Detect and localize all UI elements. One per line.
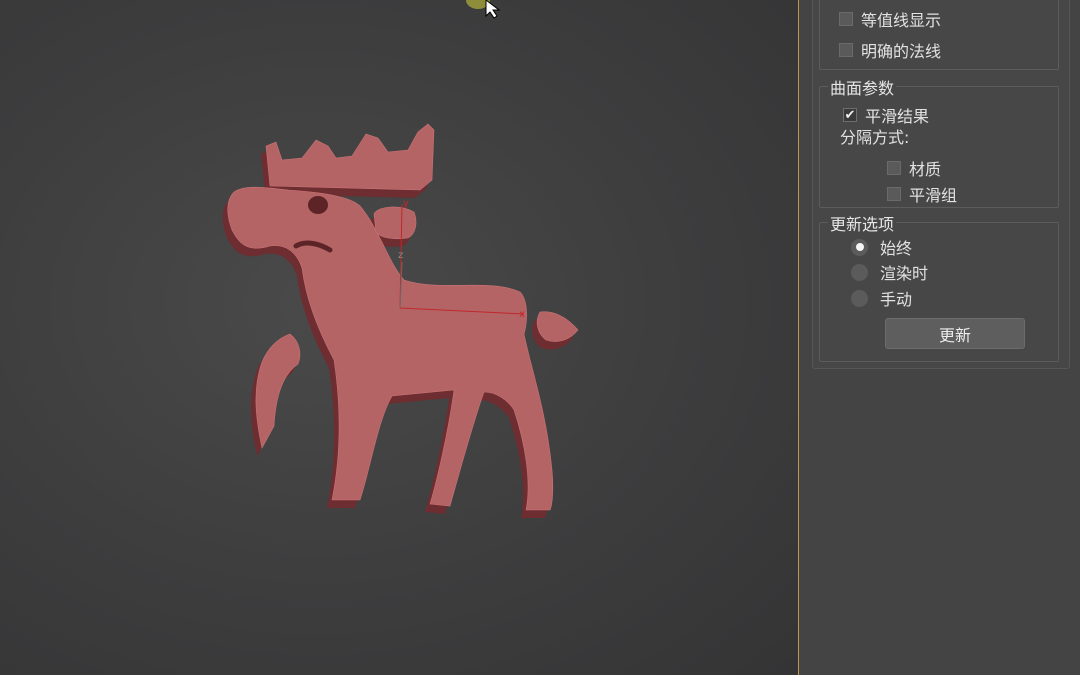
checkbox-label: 等值线显示 <box>861 11 942 30</box>
checkbox-box[interactable] <box>887 161 901 175</box>
group-title: 曲面参数 <box>828 75 897 99</box>
radio-button[interactable] <box>851 289 868 307</box>
checkbox-box[interactable] <box>839 12 853 26</box>
checkbox-box[interactable] <box>887 187 901 201</box>
separate-smoothing-group-checkbox[interactable]: 平滑组 <box>887 182 957 206</box>
moose-model[interactable]: x y z <box>0 0 798 675</box>
radio-label: 渲染时 <box>880 264 929 283</box>
update-button[interactable]: 更新 <box>885 318 1025 349</box>
separate-by-label: 分隔方式: <box>840 128 910 147</box>
checkbox-label: 明确的法线 <box>861 42 942 61</box>
checkbox-label: 材质 <box>909 160 942 179</box>
mouse-cursor-icon <box>485 0 501 19</box>
separate-material-checkbox[interactable]: 材质 <box>887 156 941 180</box>
check-icon[interactable]: ✔ <box>843 108 857 122</box>
gizmo-y-label: y <box>403 198 409 209</box>
radio-label: 始终 <box>880 239 913 258</box>
moose-eye <box>308 196 328 214</box>
command-panel: 等值线显示 明确的法线 曲面参数 ✔ 平滑结果 分隔方式: 材质 平滑组 更新选… <box>800 0 1080 675</box>
gizmo-x-label: x <box>519 309 525 320</box>
checkbox-label: 平滑组 <box>909 186 958 205</box>
radio-on-render[interactable]: 渲染时 <box>851 260 928 284</box>
radio-button[interactable] <box>851 238 868 256</box>
radio-always[interactable]: 始终 <box>851 235 912 259</box>
moose-mesh[interactable] <box>222 123 579 518</box>
explicit-normals-checkbox[interactable]: 明确的法线 <box>839 38 941 62</box>
display-group: 等值线显示 明确的法线 <box>819 0 1059 70</box>
radio-label: 手动 <box>880 290 913 309</box>
rollout: 等值线显示 明确的法线 曲面参数 ✔ 平滑结果 分隔方式: 材质 平滑组 更新选… <box>812 0 1070 369</box>
checkbox-box[interactable] <box>839 43 853 57</box>
group-title: 更新选项 <box>828 211 897 235</box>
gizmo-z-label: z <box>398 250 403 261</box>
isoline-display-checkbox[interactable]: 等值线显示 <box>839 7 941 31</box>
radio-manual[interactable]: 手动 <box>851 286 912 310</box>
perspective-viewport[interactable]: x y z <box>0 0 799 675</box>
radio-button[interactable] <box>851 263 868 281</box>
surface-params-group: 曲面参数 ✔ 平滑结果 分隔方式: 材质 平滑组 <box>819 75 1059 208</box>
